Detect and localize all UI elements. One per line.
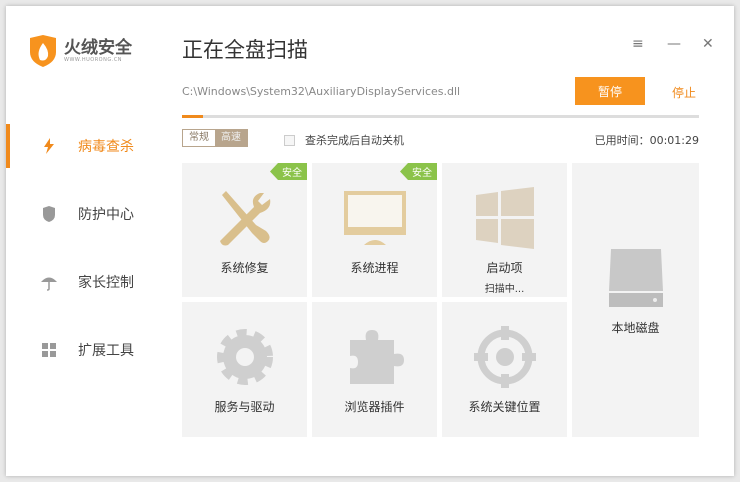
tools-icon (219, 191, 270, 246)
tile-system-repair[interactable]: 安全 系统修复 (182, 163, 307, 297)
sidebar-item-virus-scan[interactable]: 病毒查杀 (6, 124, 176, 168)
menu-icon[interactable]: ≡ (632, 36, 644, 52)
tile-browser-plugins[interactable]: 浏览器插件 (312, 302, 437, 437)
gear-icon (216, 329, 273, 385)
logo: 火绒安全 WWW.HUORONG.CN (28, 34, 132, 68)
tile-system-process[interactable]: 安全 系统进程 (312, 163, 437, 297)
mode-normal[interactable]: 常规 (183, 130, 215, 146)
sidebar-item-protection[interactable]: 防护中心 (6, 192, 176, 236)
checkbox-box[interactable] (284, 134, 295, 146)
target-icon (473, 326, 536, 388)
tile-key-locations[interactable]: 系统关键位置 (442, 302, 567, 437)
pause-button[interactable]: 暂停 (575, 77, 645, 105)
close-button[interactable]: ✕ (702, 36, 714, 52)
puzzle-icon (349, 330, 404, 384)
disk-icon (608, 249, 663, 307)
elapsed-time: 已用时间：00:01:29 (594, 134, 699, 147)
safe-badge: 安全 (400, 163, 437, 180)
sidebar-item-parental[interactable]: 家长控制 (6, 260, 176, 304)
scan-path: C:\Windows\System32\AuxiliaryDisplayServ… (182, 85, 461, 98)
scan-mode-toggle[interactable]: 常规 高速 (182, 129, 248, 147)
page-title: 正在全盘扫描 (182, 38, 308, 62)
stop-button[interactable]: 停止 (672, 84, 696, 101)
tile-startup[interactable]: 启动项 扫描中... (442, 163, 567, 297)
scanning-status: 扫描中... (484, 284, 525, 295)
grid-icon (42, 343, 56, 357)
monitor-icon (343, 191, 406, 245)
shield-icon (43, 206, 55, 222)
umbrella-icon (41, 277, 57, 291)
tile-local-disk[interactable]: 本地磁盘 (572, 163, 699, 437)
safe-badge: 安全 (270, 163, 307, 180)
minimize-button[interactable]: — (667, 36, 681, 52)
sidebar-item-tools[interactable]: 扩展工具 (6, 328, 176, 372)
scan-progress-bar (182, 115, 699, 118)
auto-shutdown-checkbox[interactable]: 查杀完成后自动关机 (284, 132, 404, 148)
tile-services-drivers[interactable]: 服务与驱动 (182, 302, 307, 437)
windows-icon (475, 187, 534, 249)
lightning-icon (44, 138, 54, 154)
mode-fast[interactable]: 高速 (215, 130, 247, 146)
huorong-shield-logo-icon (30, 35, 56, 67)
app-window: 火绒安全 WWW.HUORONG.CN 病毒查杀 防护中心 家长控制 扩展工具 正… (6, 6, 734, 476)
